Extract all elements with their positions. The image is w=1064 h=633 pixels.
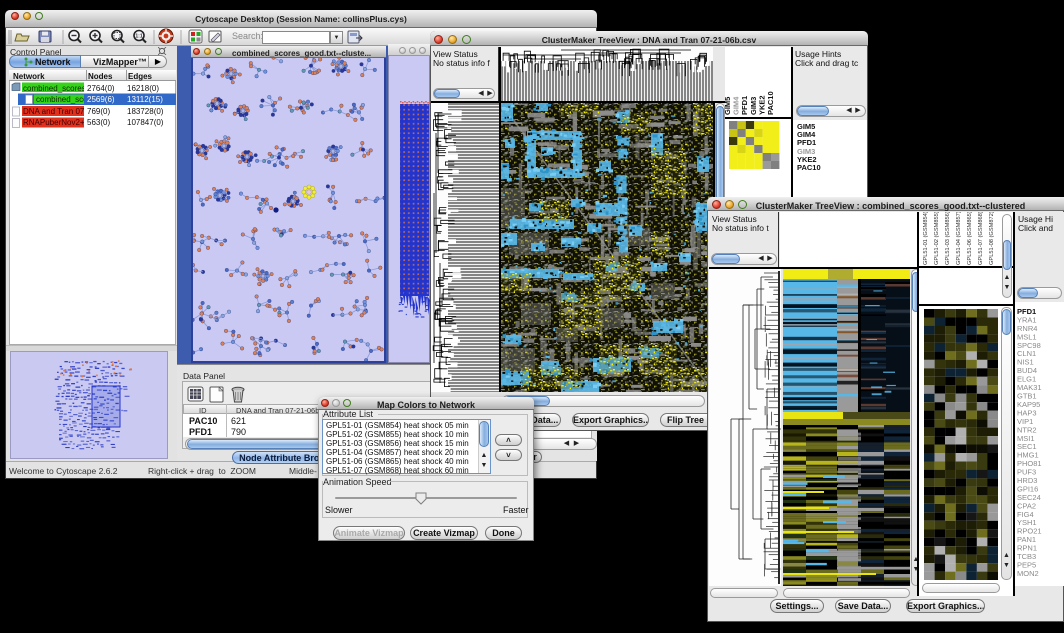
svg-text:GPL51-03 (GSM856): GPL51-03 (GSM856)	[945, 212, 951, 265]
svg-text:GPL51-06 (GSM865): GPL51-06 (GSM865)	[967, 212, 973, 265]
svg-text:Search:: Search:	[232, 31, 263, 41]
svg-text:1:1: 1:1	[135, 34, 142, 40]
svg-text:GPL51-04 (GSM857): GPL51-04 (GSM857)	[956, 212, 962, 265]
svg-text:GPL51-07 (GSM868): GPL51-07 (GSM868)	[978, 212, 984, 265]
svg-text:GPL51-01 (GSM854): GPL51-01 (GSM854)	[923, 212, 929, 265]
svg-text:GPL51-08 (GSM872): GPL51-08 (GSM872)	[989, 212, 995, 265]
svg-text:MON2: MON2	[1017, 569, 1039, 578]
svg-text:GPL51-02 (GSM855): GPL51-02 (GSM855)	[934, 212, 940, 265]
svg-text:PAC10: PAC10	[766, 91, 775, 115]
